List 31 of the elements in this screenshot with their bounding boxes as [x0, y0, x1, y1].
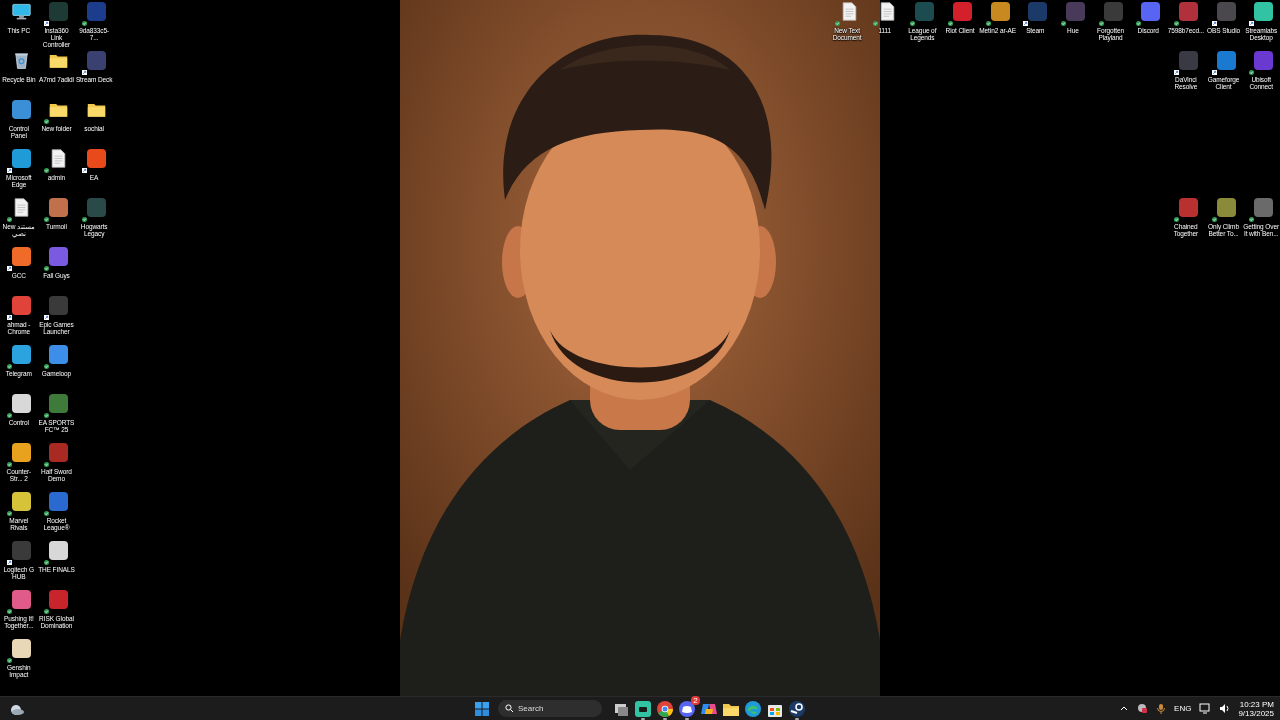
browser-icon[interactable]: [656, 699, 674, 718]
monitor-icon[interactable]: [11, 2, 31, 21]
network-icon[interactable]: [1199, 703, 1212, 714]
search-icon: [505, 704, 514, 713]
app-icon[interactable]: [788, 699, 806, 718]
notification-badge: 2: [691, 695, 700, 705]
app-icon[interactable]: [11, 639, 31, 658]
chat-icon[interactable]: [678, 699, 696, 718]
microphone-icon[interactable]: [1156, 702, 1167, 715]
app-icon[interactable]: [49, 541, 69, 560]
speaker-icon[interactable]: [1219, 703, 1231, 714]
app-icon[interactable]: [11, 443, 31, 462]
app-icon[interactable]: [11, 345, 31, 364]
clock-date[interactable]: 9/13/2025: [1238, 708, 1274, 718]
app-icon[interactable]: [11, 100, 31, 119]
chevron-up-icon[interactable]: [1119, 704, 1130, 713]
search-field[interactable]: Search: [498, 700, 602, 717]
app-icon[interactable]: [11, 149, 31, 168]
start-button[interactable]: [474, 700, 490, 717]
app-icon[interactable]: [11, 492, 31, 511]
browser-icon[interactable]: [744, 699, 762, 718]
tray-app-icon[interactable]: [1137, 703, 1149, 714]
app-icon[interactable]: [11, 247, 31, 266]
language-indicator[interactable]: ENG: [1174, 704, 1192, 713]
app-icon[interactable]: [49, 345, 69, 364]
app-icon[interactable]: [634, 699, 652, 718]
clock-time[interactable]: 10:23 PM: [1239, 699, 1274, 709]
app-icon[interactable]: [11, 590, 31, 609]
app-icon[interactable]: [1254, 2, 1274, 21]
app-icon[interactable]: [990, 2, 1010, 21]
app-icon[interactable]: [11, 394, 31, 413]
